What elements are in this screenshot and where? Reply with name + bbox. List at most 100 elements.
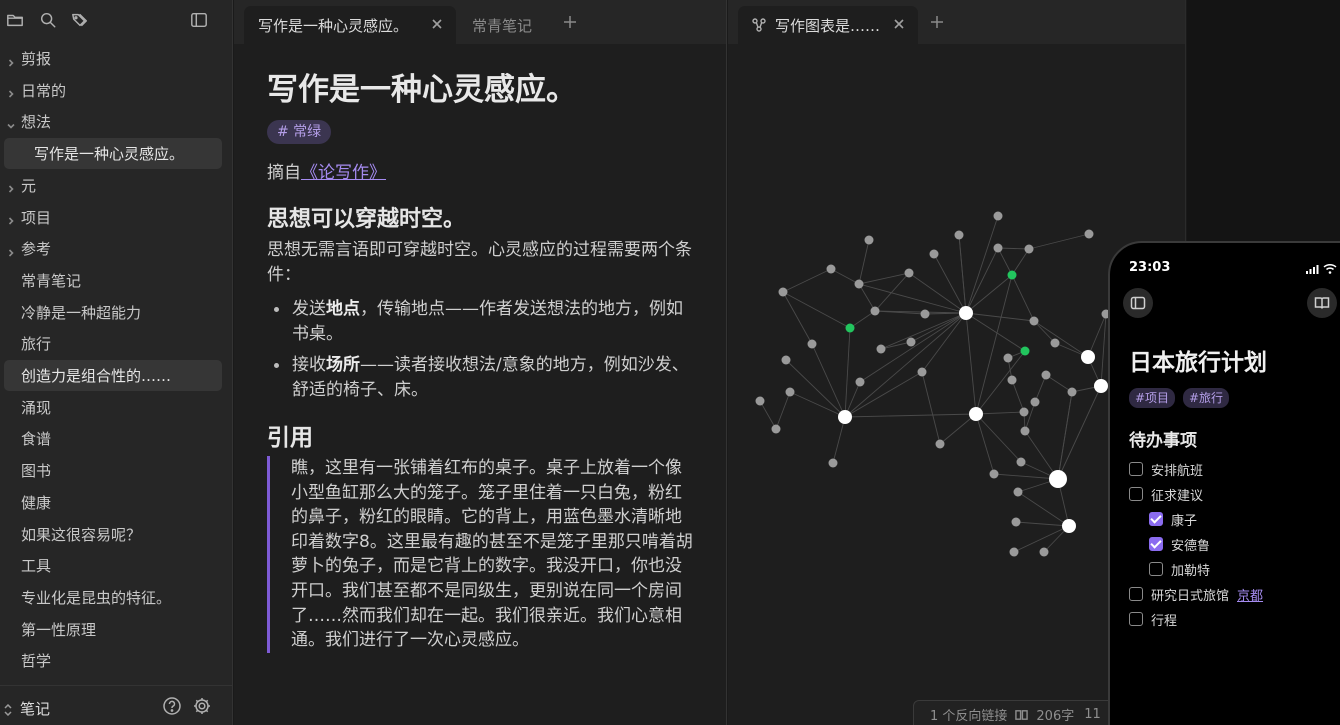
- graph-node[interactable]: [1062, 519, 1076, 533]
- graph-node[interactable]: [954, 230, 964, 240]
- todo-checkbox[interactable]: [1149, 537, 1163, 551]
- sidebar-item[interactable]: 元: [4, 170, 222, 201]
- graph-node[interactable]: [969, 407, 983, 421]
- graph-node[interactable]: [1019, 407, 1029, 417]
- sidebar-item[interactable]: 工具: [4, 550, 222, 581]
- chevron-down-icon[interactable]: [6, 117, 16, 129]
- sidebar-item[interactable]: 项目: [4, 202, 222, 233]
- sidebar-item[interactable]: 第一性原理: [4, 614, 222, 645]
- sidebar-item[interactable]: 图书: [4, 455, 222, 486]
- graph-node[interactable]: [1084, 229, 1094, 239]
- sidebar-item[interactable]: 想法: [4, 106, 222, 137]
- sidebar-item[interactable]: 冷静是一种超能力: [4, 297, 222, 328]
- graph-node[interactable]: [1081, 350, 1095, 364]
- tab-evergreen-notes[interactable]: 常青笔记: [458, 6, 562, 44]
- new-tab-plus-icon[interactable]: [929, 14, 945, 30]
- note-tag[interactable]: # 常绿: [267, 120, 332, 144]
- chevron-right-icon[interactable]: [6, 54, 16, 67]
- graph-node[interactable]: [993, 243, 1003, 253]
- graph-node[interactable]: [781, 355, 791, 365]
- graph-node[interactable]: [959, 306, 973, 320]
- todo-checkbox[interactable]: [1129, 462, 1143, 476]
- tab-writing-telepathy[interactable]: 写作是一种心灵感应。: [244, 6, 456, 44]
- sidebar-item[interactable]: 剪报: [4, 43, 222, 74]
- graph-node[interactable]: [807, 339, 817, 349]
- graph-node[interactable]: [904, 268, 914, 278]
- graph-node[interactable]: [929, 249, 939, 259]
- settings-gear-icon[interactable]: [192, 696, 212, 716]
- graph-node[interactable]: [785, 387, 795, 397]
- help-icon[interactable]: [162, 696, 182, 716]
- chevron-right-icon[interactable]: [6, 85, 16, 98]
- graph-node[interactable]: [1016, 457, 1026, 467]
- graph-node[interactable]: [1009, 547, 1019, 557]
- graph-node[interactable]: [935, 439, 945, 449]
- sidebar-item[interactable]: 日常的: [4, 75, 222, 106]
- graph-node[interactable]: [864, 235, 874, 245]
- excerpt-link[interactable]: 《论写作》: [301, 163, 386, 183]
- graph-node[interactable]: [906, 337, 916, 347]
- chevron-right-icon[interactable]: [6, 244, 16, 257]
- graph-node[interactable]: [845, 323, 855, 333]
- graph-node[interactable]: [870, 306, 880, 316]
- sidebar-item[interactable]: 参考: [4, 233, 222, 264]
- sidebar-item[interactable]: 哲学: [4, 645, 222, 676]
- chevron-right-icon[interactable]: [6, 212, 16, 225]
- graph-node[interactable]: [755, 396, 765, 406]
- graph-node[interactable]: [1029, 316, 1039, 326]
- sidebar-item[interactable]: 常青笔记: [4, 265, 222, 296]
- vault-name[interactable]: 笔记: [20, 698, 50, 719]
- sidebar-item[interactable]: 专业化是昆虫的特征。: [4, 582, 222, 613]
- graph-node[interactable]: [917, 367, 927, 377]
- mobile-tag-project[interactable]: #项目: [1129, 388, 1176, 408]
- graph-node[interactable]: [1020, 426, 1030, 436]
- chevron-right-icon[interactable]: [6, 180, 16, 193]
- todo-checkbox[interactable]: [1129, 487, 1143, 501]
- graph-node[interactable]: [1067, 387, 1077, 397]
- graph-node[interactable]: [1003, 353, 1013, 363]
- graph-node[interactable]: [771, 424, 781, 434]
- close-icon[interactable]: [892, 17, 906, 31]
- todo-checkbox[interactable]: [1129, 612, 1143, 626]
- reading-book-icon[interactable]: [1015, 708, 1029, 721]
- tags-icon[interactable]: [69, 9, 91, 31]
- graph-node[interactable]: [838, 410, 852, 424]
- sidebar-item[interactable]: 食谱: [4, 423, 222, 454]
- graph-node[interactable]: [1007, 375, 1017, 385]
- todo-checkbox[interactable]: [1129, 587, 1143, 601]
- graph-node[interactable]: [1039, 547, 1049, 557]
- graph-node[interactable]: [1024, 244, 1034, 254]
- graph-node[interactable]: [855, 377, 865, 387]
- sidebar-toggle-icon[interactable]: [188, 9, 210, 31]
- graph-node[interactable]: [993, 211, 1003, 221]
- graph-node[interactable]: [1011, 517, 1021, 527]
- graph-node[interactable]: [828, 458, 838, 468]
- mobile-reading-mode-icon[interactable]: [1307, 288, 1337, 318]
- sidebar-item[interactable]: 写作是一种心灵感应。: [4, 138, 222, 170]
- graph-node[interactable]: [1007, 270, 1017, 280]
- sidebar-item[interactable]: 旅行: [4, 328, 222, 359]
- graph-node[interactable]: [1041, 370, 1051, 380]
- graph-node[interactable]: [876, 344, 886, 354]
- backlinks-count[interactable]: 1 个反向链接: [930, 705, 1007, 724]
- graph-node[interactable]: [1094, 379, 1108, 393]
- graph-node[interactable]: [854, 279, 864, 289]
- todo-checkbox[interactable]: [1149, 562, 1163, 576]
- mobile-sidebar-icon[interactable]: [1123, 288, 1153, 318]
- graph-node[interactable]: [1049, 470, 1067, 488]
- graph-node[interactable]: [778, 287, 788, 297]
- sidebar-item[interactable]: 涌现: [4, 392, 222, 423]
- graph-node[interactable]: [920, 309, 930, 319]
- close-icon[interactable]: [430, 17, 444, 31]
- mobile-tag-travel[interactable]: #旅行: [1183, 388, 1230, 408]
- tab-graph-view[interactable]: 写作图表是……: [738, 6, 918, 44]
- search-icon[interactable]: [37, 9, 59, 31]
- todo-checkbox[interactable]: [1149, 512, 1163, 526]
- graph-node[interactable]: [989, 469, 999, 479]
- new-tab-plus-icon[interactable]: [562, 14, 578, 30]
- vault-switcher-chevron-icon[interactable]: [3, 701, 13, 717]
- sidebar-item[interactable]: 如果这很容易呢？: [4, 519, 222, 550]
- graph-node[interactable]: [826, 264, 836, 274]
- graph-node[interactable]: [1013, 487, 1023, 497]
- sidebar-item[interactable]: 健康: [4, 487, 222, 518]
